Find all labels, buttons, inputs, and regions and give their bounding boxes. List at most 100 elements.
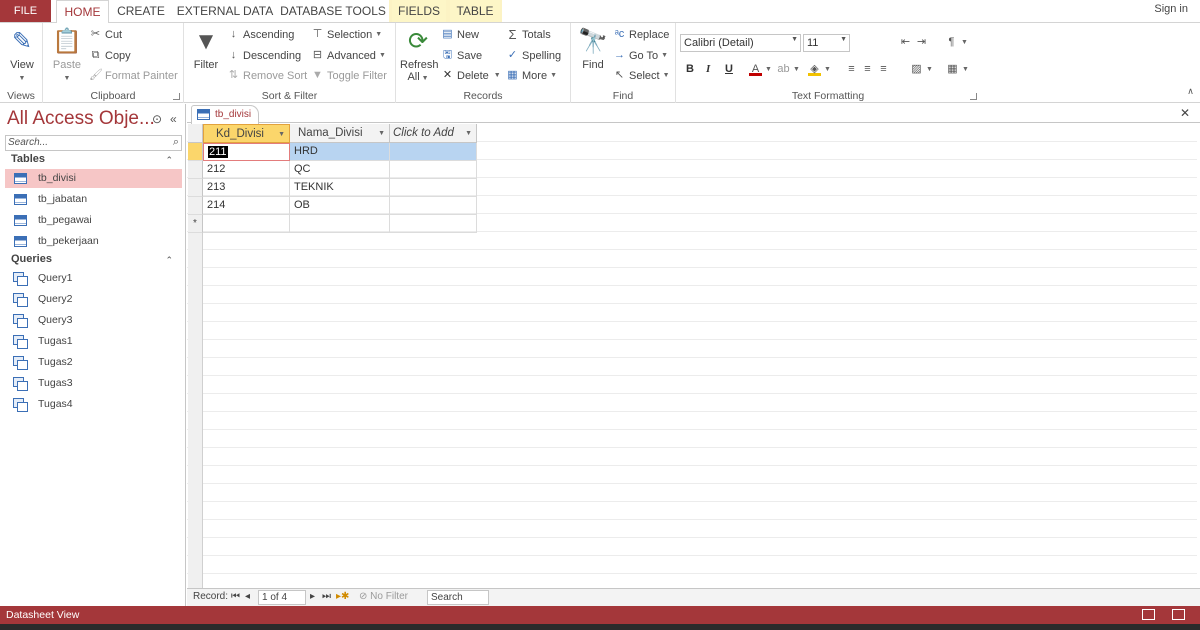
highlight-color-button[interactable]: ab ▼ <box>777 63 800 76</box>
new-record-selector[interactable]: * <box>188 215 203 233</box>
italic-button[interactable]: I <box>706 63 710 75</box>
table-cell[interactable]: 213 <box>203 179 290 197</box>
table-cell[interactable] <box>390 179 477 197</box>
nav-table-tb-pegawai[interactable]: tb_pegawai <box>5 211 182 230</box>
select-button[interactable]: ↖ Select ▼ <box>613 69 670 82</box>
view-button[interactable]: ✎ View ▼ <box>4 27 40 83</box>
new-record-cell[interactable] <box>203 215 290 233</box>
table-cell[interactable]: QC <box>290 161 390 179</box>
nav-group-queries[interactable]: Queries <box>11 253 52 265</box>
nav-pane-menu-icon[interactable]: ⊙ <box>152 112 162 126</box>
chevron-down-icon[interactable]: ▼ <box>465 125 472 143</box>
record-search-input[interactable]: Search <box>427 590 489 605</box>
nav-query-tugas3[interactable]: Tugas3 <box>5 374 182 393</box>
background-color-button[interactable]: ◈ ▼ <box>808 63 831 76</box>
font-color-button[interactable]: A ▼ <box>749 63 772 76</box>
paste-button[interactable]: 📋 Paste ▼ <box>49 27 85 83</box>
selection-button[interactable]: ⊤ Selection ▼ <box>311 28 383 41</box>
chevron-down-icon[interactable]: ▼ <box>278 126 285 144</box>
find-button[interactable]: 🔭 Find <box>575 27 611 71</box>
alternate-row-color-button[interactable]: ▦ ▼ <box>946 63 969 76</box>
ascending-button[interactable]: ↓ Ascending <box>227 28 295 41</box>
last-record-icon[interactable]: ⏭ <box>322 591 331 602</box>
column-header-click-to-add[interactable]: Click to Add ▼ <box>390 124 477 143</box>
table-cell[interactable]: 212 <box>203 161 290 179</box>
table-cell[interactable]: 214 <box>203 197 290 215</box>
new-record-cell[interactable] <box>390 215 477 233</box>
record-selector[interactable] <box>188 197 203 215</box>
tab-external-data[interactable]: EXTERNAL DATA <box>176 0 274 22</box>
column-header-kd-divisi[interactable]: Kd_Divisi ▼ <box>203 124 290 143</box>
more-button[interactable]: ▦ More ▼ <box>506 69 557 82</box>
nav-query-tugas4[interactable]: Tugas4 <box>5 395 182 414</box>
nav-table-tb-jabatan[interactable]: tb_jabatan <box>5 190 182 209</box>
nav-query-query3[interactable]: Query3 <box>5 311 182 330</box>
chevron-down-icon[interactable]: ▼ <box>378 125 385 143</box>
nav-query-tugas1[interactable]: Tugas1 <box>5 332 182 351</box>
indent-controls[interactable]: ⇤ ⇥ ¶ ▼ <box>899 36 968 49</box>
nav-table-tb-pekerjaan[interactable]: tb_pekerjaan <box>5 232 182 251</box>
collapse-ribbon-button[interactable]: ∧ <box>1184 85 1197 98</box>
nav-query-query1[interactable]: Query1 <box>5 269 182 288</box>
record-selector[interactable] <box>188 179 203 197</box>
filter-button[interactable]: ▼ Filter <box>190 27 222 71</box>
new-record-cell[interactable] <box>290 215 390 233</box>
toggle-filter-button[interactable]: ▼ Toggle Filter <box>311 69 387 82</box>
tab-create[interactable]: CREATE <box>113 0 169 22</box>
tab-fields[interactable]: FIELDS <box>392 0 446 22</box>
current-record-input[interactable]: 1 of 4 <box>258 590 306 605</box>
first-record-icon[interactable]: ⏮ <box>231 591 240 602</box>
alignment-buttons[interactable]: ≡ ≡ ≡ <box>845 63 890 76</box>
font-size-select[interactable]: 11 ▼ <box>803 34 850 52</box>
gridlines-button[interactable]: ▨ ▼ <box>910 63 933 76</box>
close-document-icon[interactable]: ✕ <box>1180 106 1190 120</box>
dialog-launcher-icon[interactable] <box>970 93 977 100</box>
nav-group-tables[interactable]: Tables <box>11 153 45 165</box>
design-view-icon[interactable] <box>1172 609 1185 620</box>
nav-table-tb-divisi[interactable]: tb_divisi <box>5 169 182 188</box>
tab-table[interactable]: TABLE <box>450 0 500 22</box>
select-all-corner[interactable] <box>188 124 203 143</box>
tab-database-tools[interactable]: DATABASE TOOLS <box>280 0 386 22</box>
table-cell[interactable]: OB <box>290 197 390 215</box>
dialog-launcher-icon[interactable] <box>173 93 180 100</box>
new-record-button[interactable]: ▤ New <box>441 28 479 41</box>
copy-button[interactable]: ⧉ Copy <box>89 49 131 62</box>
totals-button[interactable]: Σ Totals <box>506 28 550 41</box>
table-cell[interactable] <box>390 143 477 161</box>
remove-sort-button[interactable]: ⇅ Remove Sort <box>227 69 307 82</box>
next-record-icon[interactable]: ▸ <box>310 591 315 602</box>
table-cell[interactable]: 211 <box>203 143 290 161</box>
chevron-up-icon[interactable]: ⌃ <box>165 255 173 266</box>
sign-in-link[interactable]: Sign in <box>1154 3 1188 15</box>
spelling-button[interactable]: ✓ Spelling <box>506 49 561 62</box>
bold-button[interactable]: B <box>686 63 694 75</box>
datasheet-view-icon[interactable] <box>1142 609 1155 620</box>
search-icon[interactable]: ⌕ <box>173 136 179 149</box>
font-name-select[interactable]: Calibri (Detail) ▼ <box>680 34 801 52</box>
table-cell[interactable]: TEKNIK <box>290 179 390 197</box>
advanced-button[interactable]: ⊟ Advanced ▼ <box>311 49 386 62</box>
delete-record-button[interactable]: ✕ Delete ▼ <box>441 69 501 82</box>
save-record-button[interactable]: 🖫 Save <box>441 49 482 62</box>
tab-home[interactable]: HOME <box>56 0 109 23</box>
replace-button[interactable]: ᵃc Replace <box>613 28 670 41</box>
refresh-all-button[interactable]: ⟳ Refresh All ▼ <box>400 27 439 83</box>
table-cell[interactable] <box>390 197 477 215</box>
chevron-up-icon[interactable]: ⌃ <box>165 155 173 166</box>
nav-pane-title[interactable]: All Access Obje... <box>7 108 155 130</box>
tab-file[interactable]: FILE <box>0 0 51 22</box>
table-cell[interactable] <box>390 161 477 179</box>
underline-button[interactable]: U <box>725 63 733 75</box>
new-record-nav-icon[interactable]: ▸✱ <box>336 591 349 602</box>
nav-query-query2[interactable]: Query2 <box>5 290 182 309</box>
record-selector[interactable] <box>188 161 203 179</box>
previous-record-icon[interactable]: ◂ <box>245 591 250 602</box>
shutter-bar-close-icon[interactable]: « <box>170 112 177 126</box>
go-to-button[interactable]: → Go To ▼ <box>613 49 668 62</box>
table-cell[interactable]: HRD <box>290 143 390 161</box>
no-filter-indicator[interactable]: ⊘ No Filter <box>359 591 408 602</box>
format-painter-button[interactable]: 🖌 Format Painter <box>89 69 178 82</box>
nav-search-input[interactable]: Search... ⌕ <box>5 135 182 151</box>
record-selector[interactable] <box>188 143 203 161</box>
